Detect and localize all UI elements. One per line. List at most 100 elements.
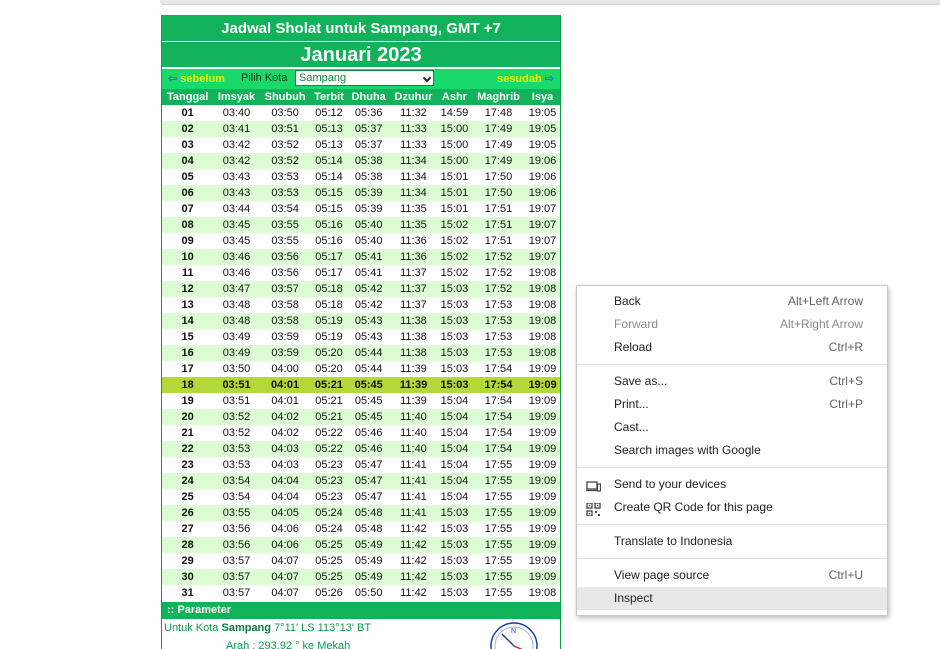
time-cell: 15:02 bbox=[436, 265, 472, 281]
menu-item-label: View page source bbox=[614, 568, 710, 582]
menu-item-forward[interactable]: Forward Alt+Right Arrow bbox=[577, 313, 887, 336]
time-cell: 17:50 bbox=[471, 185, 526, 201]
table-row: 18 03:51 04:01 05:21 05:45 11:39 15:03 17:54 19:… bbox=[162, 377, 560, 393]
menu-item-search-images-with-google[interactable]: Search images with Google bbox=[577, 439, 887, 462]
menu-item-shortcut: Alt+Right Arrow bbox=[779, 317, 863, 331]
time-cell: 05:22 bbox=[310, 441, 348, 457]
time-cell: 19:09 bbox=[525, 521, 560, 537]
time-cell: 19:08 bbox=[525, 297, 560, 313]
table-row: 22 03:53 04:03 05:22 05:46 11:40 15:04 17:54 19:… bbox=[162, 441, 560, 457]
city-label: Pilih Kota bbox=[241, 72, 288, 84]
time-cell: 19:09 bbox=[525, 505, 560, 521]
time-cell: 05:40 bbox=[347, 217, 390, 233]
time-cell: 05:43 bbox=[347, 313, 390, 329]
column-header: Maghrib bbox=[471, 89, 526, 105]
table-row: 23 03:53 04:03 05:23 05:47 11:41 15:04 17:55 19:… bbox=[162, 457, 560, 473]
time-cell: 11:34 bbox=[389, 169, 437, 185]
date-cell: 16 bbox=[162, 345, 214, 361]
time-cell: 17:53 bbox=[471, 329, 526, 345]
time-cell: 05:18 bbox=[310, 297, 348, 313]
menu-item-inspect[interactable]: Inspect bbox=[577, 587, 887, 610]
time-cell: 15:04 bbox=[436, 489, 472, 505]
time-cell: 05:21 bbox=[310, 377, 348, 393]
time-cell: 03:42 bbox=[213, 137, 260, 153]
date-cell: 06 bbox=[162, 185, 214, 201]
prev-month-link[interactable]: ⇦ sebelum bbox=[168, 72, 225, 85]
prev-month-label: sebelum bbox=[180, 73, 225, 85]
time-cell: 04:00 bbox=[259, 361, 311, 377]
table-row: 31 03:57 04:07 05:26 05:50 11:42 15:03 17:55 19:… bbox=[162, 585, 560, 601]
time-cell: 05:15 bbox=[310, 201, 348, 217]
time-cell: 19:06 bbox=[525, 153, 560, 169]
menu-item-view-page-source[interactable]: View page source Ctrl+U bbox=[577, 564, 887, 587]
time-cell: 03:48 bbox=[213, 297, 260, 313]
menu-item-print[interactable]: Print... Ctrl+P bbox=[577, 393, 887, 416]
time-cell: 19:07 bbox=[525, 201, 560, 217]
date-cell: 01 bbox=[162, 105, 214, 121]
time-cell: 03:43 bbox=[213, 185, 260, 201]
time-cell: 19:06 bbox=[525, 185, 560, 201]
time-cell: 15:03 bbox=[436, 569, 472, 585]
parameter-header: :: Parameter bbox=[162, 602, 560, 619]
time-cell: 15:03 bbox=[436, 297, 472, 313]
time-cell: 05:23 bbox=[310, 489, 348, 505]
table-row: 30 03:57 04:07 05:25 05:49 11:42 15:03 17:55 19:… bbox=[162, 569, 560, 585]
time-cell: 05:45 bbox=[347, 393, 390, 409]
time-cell: 19:09 bbox=[525, 489, 560, 505]
menu-item-label: Search images with Google bbox=[614, 443, 761, 457]
time-cell: 15:03 bbox=[436, 361, 472, 377]
time-cell: 05:24 bbox=[310, 505, 348, 521]
menu-item-reload[interactable]: Reload Ctrl+R bbox=[577, 336, 887, 359]
table-row: 24 03:54 04:04 05:23 05:47 11:41 15:04 17:55 19:… bbox=[162, 473, 560, 489]
menu-item-translate-to-indonesia[interactable]: Translate to Indonesia bbox=[577, 530, 887, 553]
table-row: 19 03:51 04:01 05:21 05:45 11:39 15:04 17:54 19:… bbox=[162, 393, 560, 409]
time-cell: 03:56 bbox=[259, 249, 311, 265]
time-cell: 03:43 bbox=[213, 169, 260, 185]
menu-item-send-to-your-devices[interactable]: Send to your devices bbox=[577, 473, 887, 496]
table-row: 13 03:48 03:58 05:18 05:42 11:37 15:03 17:53 19:… bbox=[162, 297, 560, 313]
parameter-body: Untuk Kota Sampang 7°11' LS 113°13' BT A… bbox=[162, 619, 560, 649]
qr-code-icon bbox=[586, 501, 601, 517]
time-cell: 11:32 bbox=[389, 105, 437, 121]
time-cell: 15:03 bbox=[436, 505, 472, 521]
time-cell: 11:33 bbox=[389, 121, 437, 137]
time-cell: 17:55 bbox=[471, 537, 526, 553]
time-cell: 05:44 bbox=[347, 361, 390, 377]
city-select[interactable]: Sampang bbox=[295, 70, 434, 86]
time-cell: 03:57 bbox=[259, 281, 311, 297]
time-cell: 04:07 bbox=[259, 585, 311, 601]
devices-icon bbox=[586, 478, 602, 492]
browser-toolbar-edge bbox=[160, 0, 940, 5]
menu-item-back[interactable]: Back Alt+Left Arrow bbox=[577, 290, 887, 313]
time-cell: 05:36 bbox=[347, 105, 390, 121]
time-cell: 05:41 bbox=[347, 265, 390, 281]
date-cell: 11 bbox=[162, 265, 214, 281]
time-cell: 05:38 bbox=[347, 169, 390, 185]
time-cell: 11:39 bbox=[389, 393, 437, 409]
table-row: 05 03:43 03:53 05:14 05:38 11:34 15:01 17:50 19:… bbox=[162, 169, 560, 185]
time-cell: 05:38 bbox=[347, 153, 390, 169]
time-cell: 17:54 bbox=[471, 377, 526, 393]
menu-item-save-as[interactable]: Save as... Ctrl+S bbox=[577, 370, 887, 393]
menu-item-label: Create QR Code for this page bbox=[614, 500, 773, 514]
time-cell: 03:40 bbox=[213, 105, 260, 121]
time-cell: 05:17 bbox=[310, 265, 348, 281]
menu-item-cast[interactable]: Cast... bbox=[577, 416, 887, 439]
date-cell: 25 bbox=[162, 489, 214, 505]
time-cell: 05:23 bbox=[310, 473, 348, 489]
menu-item-create-qr-code-for-this-page[interactable]: Create QR Code for this page bbox=[577, 496, 887, 519]
time-cell: 17:55 bbox=[471, 521, 526, 537]
qibla-compass-icon: N bbox=[490, 622, 538, 649]
time-cell: 05:49 bbox=[347, 553, 390, 569]
menu-item-label: Cast... bbox=[614, 420, 649, 434]
date-cell: 18 bbox=[162, 377, 214, 393]
time-cell: 15:03 bbox=[436, 281, 472, 297]
menu-item-shortcut: Alt+Left Arrow bbox=[787, 294, 863, 308]
time-cell: 17:51 bbox=[471, 201, 526, 217]
next-month-link[interactable]: sesudah ⇨ bbox=[497, 72, 554, 85]
time-cell: 03:44 bbox=[213, 201, 260, 217]
time-cell: 05:25 bbox=[310, 569, 348, 585]
time-cell: 03:53 bbox=[259, 169, 311, 185]
time-cell: 11:39 bbox=[389, 361, 437, 377]
time-cell: 04:02 bbox=[259, 425, 311, 441]
